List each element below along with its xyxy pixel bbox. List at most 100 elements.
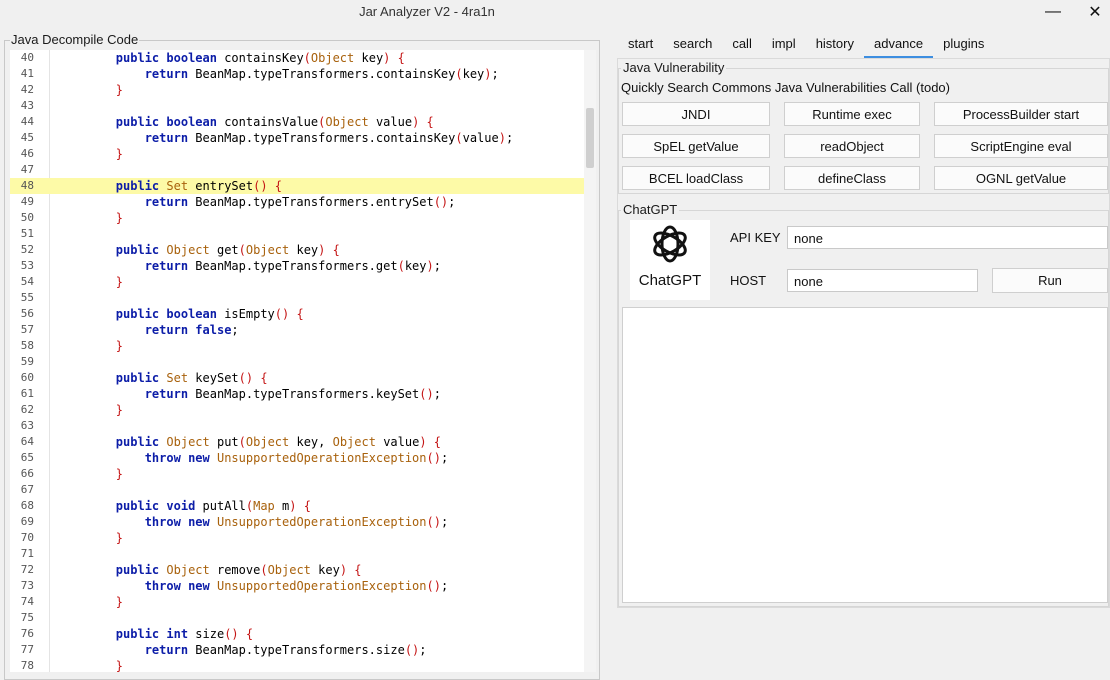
code-line[interactable]: 71	[10, 546, 584, 562]
code-line[interactable]: 40 public boolean containsKey(Object key…	[10, 50, 584, 66]
editor-vertical-scrollbar[interactable]	[584, 50, 596, 672]
line-number: 75	[20, 611, 34, 624]
code-line[interactable]: 69 throw new UnsupportedOperationExcepti…	[10, 514, 584, 530]
java-vulnerability-legend: Java Vulnerability	[621, 60, 727, 75]
close-button[interactable]: ✕	[1072, 0, 1110, 24]
runtime-exec-button[interactable]: Runtime exec	[784, 102, 920, 126]
host-input[interactable]: none	[787, 269, 978, 292]
code-text: return false;	[58, 322, 239, 338]
bcel-loadclass-button[interactable]: BCEL loadClass	[622, 166, 770, 190]
code-line[interactable]: 62 }	[10, 402, 584, 418]
code-line[interactable]: 57 return false;	[10, 322, 584, 338]
code-line[interactable]: 68 public void putAll(Map m) {	[10, 498, 584, 514]
readobject-button[interactable]: readObject	[784, 134, 920, 158]
code-line[interactable]: 47	[10, 162, 584, 178]
code-line[interactable]: 67	[10, 482, 584, 498]
code-line[interactable]: 45 return BeanMap.typeTransformers.conta…	[10, 130, 584, 146]
spel-getvalue-button[interactable]: SpEL getValue	[622, 134, 770, 158]
tab-call[interactable]: call	[722, 30, 762, 58]
code-line[interactable]: 73 throw new UnsupportedOperationExcepti…	[10, 578, 584, 594]
line-number: 73	[20, 579, 34, 592]
tab-impl[interactable]: impl	[762, 30, 806, 58]
processbuilder-start-button[interactable]: ProcessBuilder start	[934, 102, 1108, 126]
jndi-button[interactable]: JNDI	[622, 102, 770, 126]
code-editor[interactable]: 40 public boolean containsKey(Object key…	[10, 50, 596, 672]
code-line[interactable]: 42 }	[10, 82, 584, 98]
code-token: Object	[332, 435, 376, 449]
code-token: {	[354, 563, 362, 577]
code-line[interactable]: 48 public Set entrySet() {	[10, 178, 584, 194]
code-line[interactable]: 72 public Object remove(Object key) {	[10, 562, 584, 578]
code-line[interactable]: 55	[10, 290, 584, 306]
defineclass-button[interactable]: defineClass	[784, 166, 920, 190]
code-line[interactable]: 43	[10, 98, 584, 114]
code-line[interactable]: 78 }	[10, 658, 584, 672]
code-line[interactable]: 49 return BeanMap.typeTransformers.entry…	[10, 194, 584, 210]
editor-scroll-thumb[interactable]	[586, 108, 594, 168]
code-token: new	[188, 451, 210, 465]
code-line[interactable]: 51	[10, 226, 584, 242]
code-line[interactable]: 74 }	[10, 594, 584, 610]
code-line[interactable]: 60 public Set keySet() {	[10, 370, 584, 386]
code-line[interactable]: 50 }	[10, 210, 584, 226]
code-line[interactable]: 56 public boolean isEmpty() {	[10, 306, 584, 322]
code-line[interactable]: 53 return BeanMap.typeTransformers.get(k…	[10, 258, 584, 274]
code-token: key	[404, 259, 427, 273]
code-line[interactable]: 44 public boolean containsValue(Object v…	[10, 114, 584, 130]
code-token: }	[115, 83, 124, 97]
code-token: throw	[144, 451, 181, 465]
code-text: }	[58, 274, 123, 290]
code-line[interactable]: 75	[10, 610, 584, 626]
code-token: boolean	[166, 51, 217, 65]
tab-history[interactable]: history	[806, 30, 864, 58]
code-line[interactable]: 76 public int size() {	[10, 626, 584, 642]
code-line[interactable]: 66 }	[10, 466, 584, 482]
code-line[interactable]: 70 }	[10, 530, 584, 546]
tab-advance[interactable]: advance	[863, 30, 934, 58]
code-line[interactable]: 77 return BeanMap.typeTransformers.size(…	[10, 642, 584, 658]
line-number: 42	[20, 83, 34, 96]
chatgpt-output-area[interactable]	[622, 307, 1108, 603]
tab-search[interactable]: search	[663, 30, 722, 58]
code-token: return	[144, 387, 189, 401]
code-line[interactable]: 46 }	[10, 146, 584, 162]
scriptengine-eval-button[interactable]: ScriptEngine eval	[934, 134, 1108, 158]
code-token: BeanMap.typeTransformers.containsKey	[188, 67, 456, 81]
code-line[interactable]: 41 return BeanMap.typeTransformers.conta…	[10, 66, 584, 82]
code-token: Object	[166, 563, 210, 577]
code-line[interactable]: 52 public Object get(Object key) {	[10, 242, 584, 258]
code-token: }	[115, 659, 124, 672]
code-line[interactable]: 64 public Object put(Object key, Object …	[10, 434, 584, 450]
line-number: 54	[20, 275, 34, 288]
tab-plugins[interactable]: plugins	[933, 30, 994, 58]
code-line[interactable]: 63	[10, 418, 584, 434]
tab-start[interactable]: start	[618, 30, 663, 58]
api-key-input[interactable]: none	[787, 226, 1108, 249]
code-token: public	[115, 115, 160, 129]
code-line[interactable]: 65 throw new UnsupportedOperationExcepti…	[10, 450, 584, 466]
line-number: 47	[20, 163, 34, 176]
code-line[interactable]: 58 }	[10, 338, 584, 354]
ognl-getvalue-button[interactable]: OGNL getValue	[934, 166, 1108, 190]
run-button[interactable]: Run	[992, 268, 1108, 293]
code-text: public Set keySet() {	[58, 370, 268, 386]
code-token: containsKey	[216, 51, 304, 65]
code-line[interactable]: 54 }	[10, 274, 584, 290]
code-token: new	[188, 579, 210, 593]
minimize-button[interactable]: —	[1030, 0, 1076, 24]
code-token: containsValue	[216, 115, 319, 129]
code-token: Set	[166, 179, 189, 193]
code-line[interactable]: 59	[10, 354, 584, 370]
code-line[interactable]: 61 return BeanMap.typeTransformers.keySe…	[10, 386, 584, 402]
